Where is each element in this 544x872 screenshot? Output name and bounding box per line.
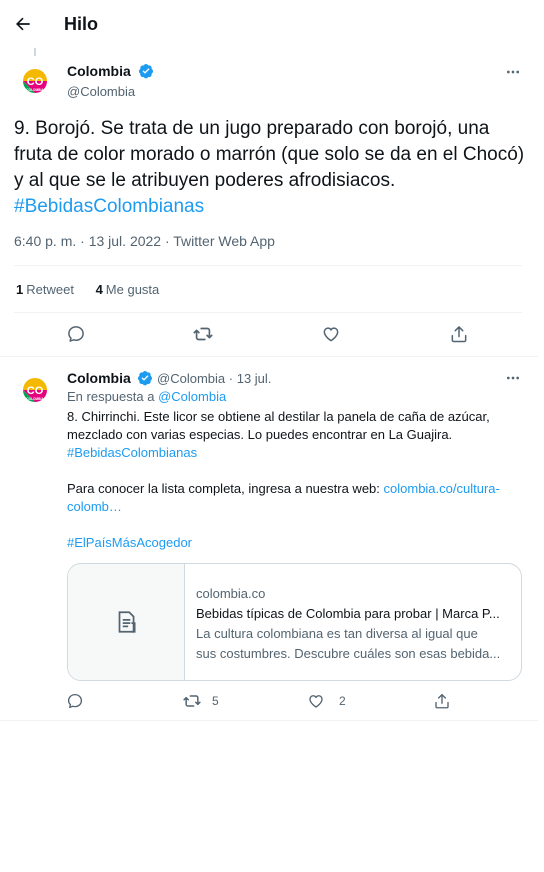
reply-icon — [68, 326, 84, 342]
handle[interactable]: @Colombia — [67, 84, 154, 99]
divider — [0, 720, 538, 721]
card-title: Bebidas típicas de Colombia para probar … — [196, 606, 500, 621]
verified-badge-icon — [138, 371, 153, 386]
card-body: colombia.co Bebidas típicas de Colombia … — [196, 584, 514, 664]
card-thumbnail — [68, 564, 185, 680]
tweet-text: 9. Borojó. Se trata de un jugo preparado… — [14, 116, 530, 220]
heart-icon — [309, 695, 323, 708]
retweet-icon — [193, 327, 213, 341]
divider — [0, 356, 538, 357]
more-icon — [507, 70, 519, 74]
card-description: La cultura colombiana es tan diversa al … — [196, 626, 478, 641]
logo-text: CO — [27, 76, 44, 88]
tweet-body: 9. Borojó. Se trata de un jugo preparado… — [14, 118, 525, 191]
divider — [14, 265, 522, 266]
verified-badge-icon — [139, 64, 154, 79]
avatar[interactable]: CO COLOMBIA — [17, 372, 53, 408]
share-icon — [435, 693, 449, 709]
like-button[interactable] — [319, 322, 343, 346]
tweet-stats: 1 Retweet 4 Me gusta — [16, 282, 159, 297]
retweet-icon — [183, 695, 201, 707]
reply-text-2: Para conocer la lista completa, ingresa … — [67, 481, 500, 514]
retweet-button[interactable] — [191, 322, 215, 346]
card-domain: colombia.co — [196, 586, 266, 601]
reply-icon — [67, 693, 83, 709]
colombia-logo: CO COLOMBIA — [17, 63, 53, 99]
reply-body: 8. Chirrinchi. Este licor se obtiene al … — [67, 408, 527, 552]
page-title: Hilo — [64, 14, 98, 34]
hashtag-link[interactable]: #BebidasColombianas — [67, 444, 527, 462]
divider — [14, 312, 522, 313]
reply-button[interactable] — [64, 322, 88, 346]
website-link-cont[interactable]: colomb… — [67, 499, 122, 514]
reply-button[interactable] — [64, 690, 86, 712]
like-button[interactable]: 2 — [307, 690, 346, 712]
hashtag-link[interactable]: #ElPaísMásAcogedor — [67, 534, 527, 552]
like-count: 2 — [339, 694, 346, 708]
more-icon — [507, 376, 519, 380]
in-reply-to: En respuesta a @Colombia — [67, 389, 227, 404]
website-link[interactable]: colombia.co/cultura- — [384, 481, 500, 496]
display-name[interactable]: Colombia — [67, 63, 131, 79]
document-icon — [118, 611, 136, 633]
logo-subtext: COLOMBIA — [26, 88, 44, 92]
thread-connector — [34, 48, 36, 56]
share-button[interactable] — [431, 690, 453, 712]
tweet-author: Colombia @Colombia — [67, 63, 154, 99]
arrow-left-icon — [16, 17, 30, 31]
hashtag-link[interactable]: #BebidasColombianas — [14, 196, 204, 217]
reply-text: 8. Chirrinchi. Este licor se obtiene al … — [67, 409, 490, 442]
retweets-stat[interactable]: 1 Retweet — [16, 282, 74, 297]
avatar[interactable]: CO COLOMBIA — [17, 63, 53, 99]
handle[interactable]: @Colombia — [157, 371, 225, 386]
more-options-button[interactable] — [501, 62, 525, 82]
colombia-logo: CO COLOMBIA — [17, 372, 53, 408]
reply-to-handle[interactable]: @Colombia — [158, 389, 226, 404]
likes-stat[interactable]: 4 Me gusta — [96, 282, 160, 297]
back-button[interactable] — [8, 8, 38, 40]
logo-text: CO — [27, 385, 44, 397]
reply-author-line: Colombia @Colombia · 13 jul. — [67, 369, 527, 388]
logo-subtext: COLOMBIA — [26, 397, 44, 401]
heart-icon — [323, 327, 339, 342]
page-header: Hilo — [0, 0, 544, 50]
share-icon — [451, 326, 467, 343]
tweet-timestamp[interactable]: 6:40 p. m. · 13 jul. 2022 · Twitter Web … — [14, 233, 275, 249]
more-options-button[interactable] — [501, 368, 525, 388]
retweet-button[interactable]: 5 — [182, 690, 219, 712]
retweet-count: 5 — [212, 694, 219, 708]
reply-date[interactable]: · 13 jul. — [229, 371, 272, 386]
display-name[interactable]: Colombia — [67, 370, 131, 386]
link-preview-card[interactable]: colombia.co Bebidas típicas de Colombia … — [67, 563, 522, 681]
share-button[interactable] — [447, 322, 471, 346]
card-description-cont: sus costumbres. Descubre cuáles son esas… — [196, 646, 501, 661]
